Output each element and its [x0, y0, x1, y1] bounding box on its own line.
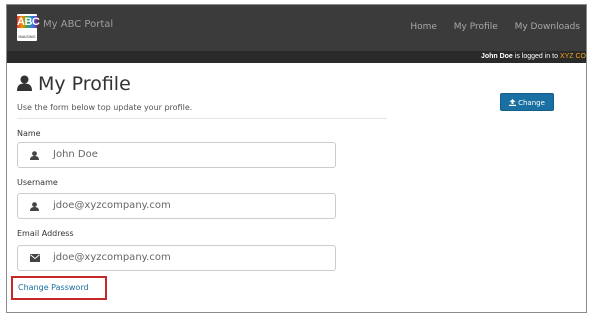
portal-title[interactable]: My ABC Portal [43, 19, 113, 30]
page-title: My Profile [17, 73, 131, 95]
page-subtitle: Use the form below top update your profi… [17, 103, 193, 112]
logged-in-user: John Doe [480, 53, 513, 60]
email-value: jdoe@xyzcompany.com [53, 252, 171, 263]
user-icon [30, 202, 39, 211]
envelope-icon [30, 254, 40, 262]
login-status-bar: John Doe is logged in to XYZ CO [7, 51, 586, 63]
nav-home[interactable]: Home [410, 22, 437, 32]
change-button[interactable]: Change [500, 93, 554, 111]
upload-icon [509, 99, 517, 106]
name-field[interactable]: John Doe [17, 142, 336, 168]
company-name: XYZ CO [559, 53, 586, 60]
login-status-text: is logged in to [514, 53, 558, 60]
logo-text: ABC [17, 16, 40, 28]
nav-links: Home My Profile My Downloads [396, 22, 580, 32]
nav-my-profile[interactable]: My Profile [454, 22, 498, 32]
name-value: John Doe [53, 149, 98, 160]
username-label: Username [17, 178, 58, 187]
top-navbar: ABC IMAGING My ABC Portal Home My Profil… [7, 5, 586, 51]
nav-my-downloads[interactable]: My Downloads [515, 22, 580, 32]
divider [17, 118, 387, 119]
page-title-text: My Profile [38, 73, 131, 95]
change-button-label: Change [518, 99, 545, 107]
username-value: jdoe@xyzcompany.com [53, 200, 171, 211]
username-field[interactable]: jdoe@xyzcompany.com [17, 193, 336, 219]
email-field[interactable]: jdoe@xyzcompany.com [17, 245, 336, 271]
app-window: ABC IMAGING My ABC Portal Home My Profil… [6, 4, 587, 313]
abc-imaging-logo[interactable]: ABC IMAGING [17, 14, 40, 41]
name-label: Name [17, 129, 41, 138]
user-icon [30, 151, 39, 160]
email-label: Email Address [17, 229, 74, 238]
change-password-link[interactable]: Change Password [11, 276, 107, 300]
user-icon [17, 75, 32, 91]
logo-subtext: IMAGING [18, 34, 36, 39]
